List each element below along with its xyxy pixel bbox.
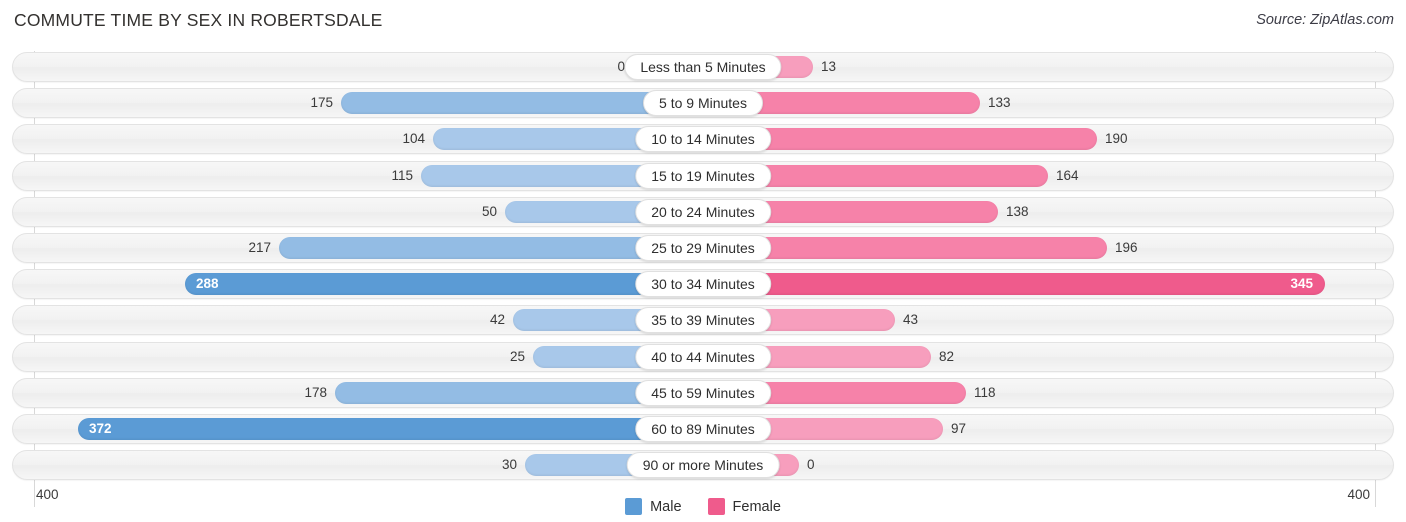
source-attribution: Source: ZipAtlas.com xyxy=(1256,12,1394,28)
category-label-pill: 10 to 14 Minutes xyxy=(635,126,771,153)
plot-panel: 0 13 Less than 5 Minutes 175 133 5 to 9 Minut… xyxy=(12,51,1394,507)
category-label-pill: Less than 5 Minutes xyxy=(624,54,782,80)
table-row[interactable]: 42 43 35 to 39 Minutes xyxy=(12,305,1394,336)
value-label-male: 175 xyxy=(310,95,333,111)
category-label-pill: 5 to 9 Minutes xyxy=(643,90,763,117)
category-label-pill: 25 to 29 Minutes xyxy=(635,235,771,261)
value-label-male: 30 xyxy=(501,457,517,473)
value-label-male: 42 xyxy=(489,312,505,328)
table-row[interactable]: 175 133 5 to 9 Minutes xyxy=(12,88,1394,119)
bar-male[interactable] xyxy=(78,418,703,440)
value-label-female: 0 xyxy=(807,457,815,473)
legend-item-male[interactable]: Male xyxy=(625,498,682,515)
value-label-female: 133 xyxy=(988,95,1011,111)
value-label-female: 345 xyxy=(1290,276,1313,292)
value-label-male: 288 xyxy=(196,276,219,292)
category-label-pill: 35 to 39 Minutes xyxy=(635,307,771,334)
value-label-male: 0 xyxy=(617,59,625,74)
bar-female[interactable] xyxy=(703,273,1325,296)
category-label-pill: 40 to 44 Minutes xyxy=(635,343,771,370)
table-row[interactable]: 115 164 15 to 19 Minutes xyxy=(12,160,1394,191)
value-label-male: 104 xyxy=(402,131,425,147)
value-label-female: 97 xyxy=(951,421,967,436)
category-label-pill: 45 to 59 Minutes xyxy=(635,379,771,406)
value-label-female: 13 xyxy=(821,59,837,74)
legend-swatch-icon xyxy=(707,498,725,515)
table-row[interactable]: 104 190 10 to 14 Minutes xyxy=(12,124,1394,155)
value-label-female: 82 xyxy=(939,348,955,364)
category-label-pill: 20 to 24 Minutes xyxy=(635,198,771,225)
table-row[interactable]: 217 196 25 to 29 Minutes xyxy=(12,233,1394,263)
value-label-male: 178 xyxy=(304,384,327,400)
value-label-female: 138 xyxy=(1006,203,1029,219)
value-label-male: 50 xyxy=(481,203,497,219)
table-row[interactable]: 288 345 30 to 34 Minutes xyxy=(12,269,1394,300)
bar-rows: 0 13 Less than 5 Minutes 175 133 5 to 9 Minut… xyxy=(12,51,1394,485)
value-label-male: 372 xyxy=(89,421,112,436)
chart-legend: Male Female xyxy=(0,498,1406,515)
legend-label: Male xyxy=(650,498,682,515)
value-label-female: 43 xyxy=(903,312,919,328)
table-row[interactable]: 0 13 Less than 5 Minutes xyxy=(12,52,1394,82)
commute-time-chart: COMMUTE TIME BY SEX IN ROBERTSDALE Sourc… xyxy=(0,0,1406,522)
value-label-male: 217 xyxy=(248,240,271,255)
value-label-female: 190 xyxy=(1105,131,1128,147)
legend-swatch-icon xyxy=(625,498,643,515)
value-label-female: 196 xyxy=(1115,240,1138,255)
table-row[interactable]: 178 118 45 to 59 Minutes xyxy=(12,377,1394,408)
page-title: COMMUTE TIME BY SEX IN ROBERTSDALE xyxy=(14,10,383,30)
category-label-pill: 90 or more Minutes xyxy=(626,452,780,479)
category-label-pill: 60 to 89 Minutes xyxy=(635,416,771,442)
table-row[interactable]: 50 138 20 to 24 Minutes xyxy=(12,196,1394,227)
value-label-male: 25 xyxy=(509,348,525,364)
value-label-female: 118 xyxy=(974,384,996,400)
value-label-female: 164 xyxy=(1056,167,1079,183)
legend-label: Female xyxy=(732,498,781,515)
table-row[interactable]: 30 0 90 or more Minutes xyxy=(12,450,1394,481)
legend-item-female[interactable]: Female xyxy=(707,498,781,515)
table-row[interactable]: 372 97 60 to 89 Minutes xyxy=(12,414,1394,444)
chart-header: COMMUTE TIME BY SEX IN ROBERTSDALE Sourc… xyxy=(0,0,1406,42)
category-label-pill: 15 to 19 Minutes xyxy=(635,162,771,189)
table-row[interactable]: 25 82 40 to 44 Minutes xyxy=(12,341,1394,372)
value-label-male: 115 xyxy=(391,167,413,183)
category-label-pill: 30 to 34 Minutes xyxy=(635,271,771,298)
